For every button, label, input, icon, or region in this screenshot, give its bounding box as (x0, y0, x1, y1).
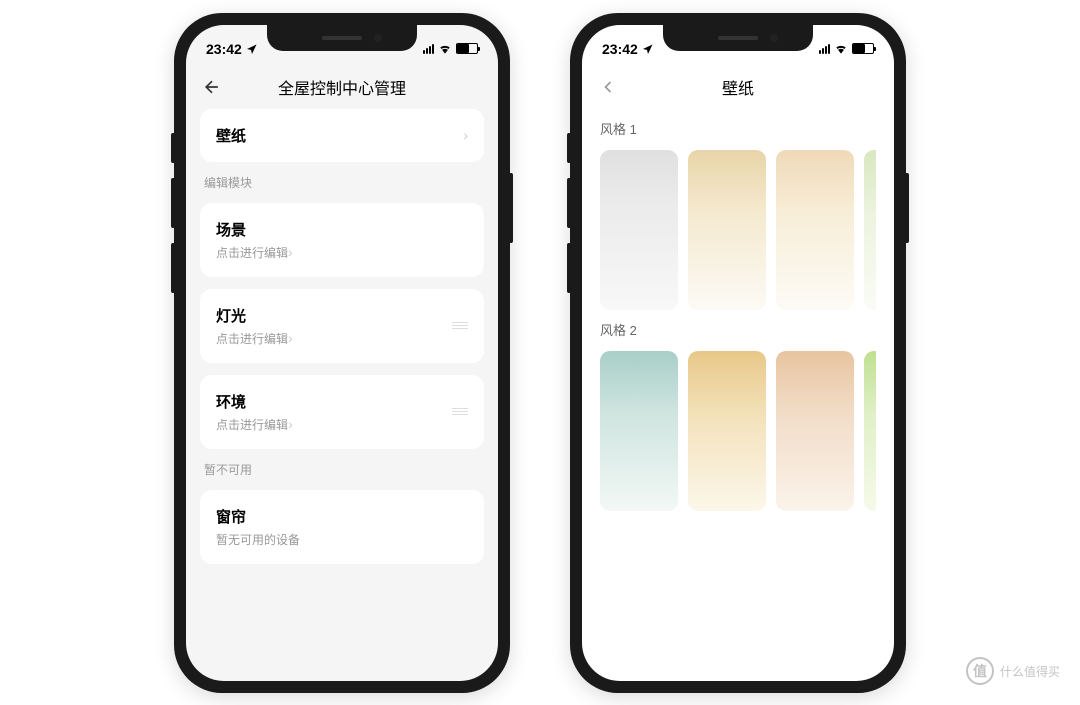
phone-right: 23:42 壁纸 风格 1 风格 2 (570, 13, 906, 693)
wallpaper-row[interactable]: 壁纸 › (200, 109, 484, 162)
wifi-icon (834, 44, 848, 54)
screen-right: 23:42 壁纸 风格 1 风格 2 (582, 25, 894, 681)
watermark-text: 什么值得买 (1000, 663, 1060, 680)
back-icon[interactable] (202, 77, 222, 97)
screen-left: 23:42 全屋控制中心管理 壁纸 › 编辑模块 场景 点击进行编辑› (186, 25, 498, 681)
wallpaper-option[interactable] (600, 351, 678, 511)
page-title: 壁纸 (722, 75, 754, 99)
wallpaper-grid-2 (600, 351, 876, 511)
drag-handle-icon[interactable] (452, 322, 468, 329)
chevron-right-icon: › (288, 416, 293, 432)
module-sub: 点击进行编辑 (216, 330, 288, 347)
module-light[interactable]: 灯光 点击进行编辑› (200, 289, 484, 363)
battery-icon (852, 43, 874, 54)
wallpaper-option[interactable] (776, 351, 854, 511)
nav-bar: 全屋控制中心管理 (186, 65, 498, 109)
section-edit-label: 编辑模块 (204, 174, 484, 191)
watermark: 值 什么值得买 (966, 657, 1060, 685)
watermark-logo: 值 (966, 657, 994, 685)
battery-icon (456, 43, 478, 54)
module-title: 窗帘 (216, 506, 468, 527)
module-env[interactable]: 环境 点击进行编辑› (200, 375, 484, 449)
nav-bar: 壁纸 (582, 65, 894, 109)
status-time: 23:42 (206, 41, 242, 57)
drag-handle-icon[interactable] (452, 408, 468, 415)
module-scene[interactable]: 场景 点击进行编辑› (200, 203, 484, 277)
module-title: 场景 (216, 219, 468, 240)
location-icon (246, 43, 258, 55)
wallpaper-option[interactable] (688, 150, 766, 310)
wallpaper-option[interactable] (600, 150, 678, 310)
module-sub: 点击进行编辑 (216, 244, 288, 261)
wallpaper-grid-1 (600, 150, 876, 310)
module-curtain: 窗帘 暂无可用的设备 (200, 490, 484, 564)
wallpaper-option[interactable] (776, 150, 854, 310)
page-title: 全屋控制中心管理 (278, 75, 406, 99)
module-sub: 点击进行编辑 (216, 416, 288, 433)
notch (267, 25, 417, 51)
status-time: 23:42 (602, 41, 638, 57)
back-icon[interactable] (598, 77, 618, 97)
section-unavailable-label: 暂不可用 (204, 461, 484, 478)
phone-left: 23:42 全屋控制中心管理 壁纸 › 编辑模块 场景 点击进行编辑› (174, 13, 510, 693)
chevron-right-icon: › (288, 330, 293, 346)
style1-label: 风格 1 (600, 119, 876, 138)
wallpaper-option[interactable] (864, 351, 876, 511)
wallpaper-option[interactable] (688, 351, 766, 511)
notch (663, 25, 813, 51)
wallpaper-label: 壁纸 (216, 125, 246, 146)
chevron-right-icon: › (288, 244, 293, 260)
wallpaper-option[interactable] (864, 150, 876, 310)
style2-label: 风格 2 (600, 320, 876, 339)
wifi-icon (438, 44, 452, 54)
module-title: 环境 (216, 391, 452, 412)
chevron-right-icon: › (463, 127, 468, 143)
module-sub: 暂无可用的设备 (216, 531, 300, 548)
signal-icon (819, 44, 830, 54)
signal-icon (423, 44, 434, 54)
module-title: 灯光 (216, 305, 452, 326)
location-icon (642, 43, 654, 55)
